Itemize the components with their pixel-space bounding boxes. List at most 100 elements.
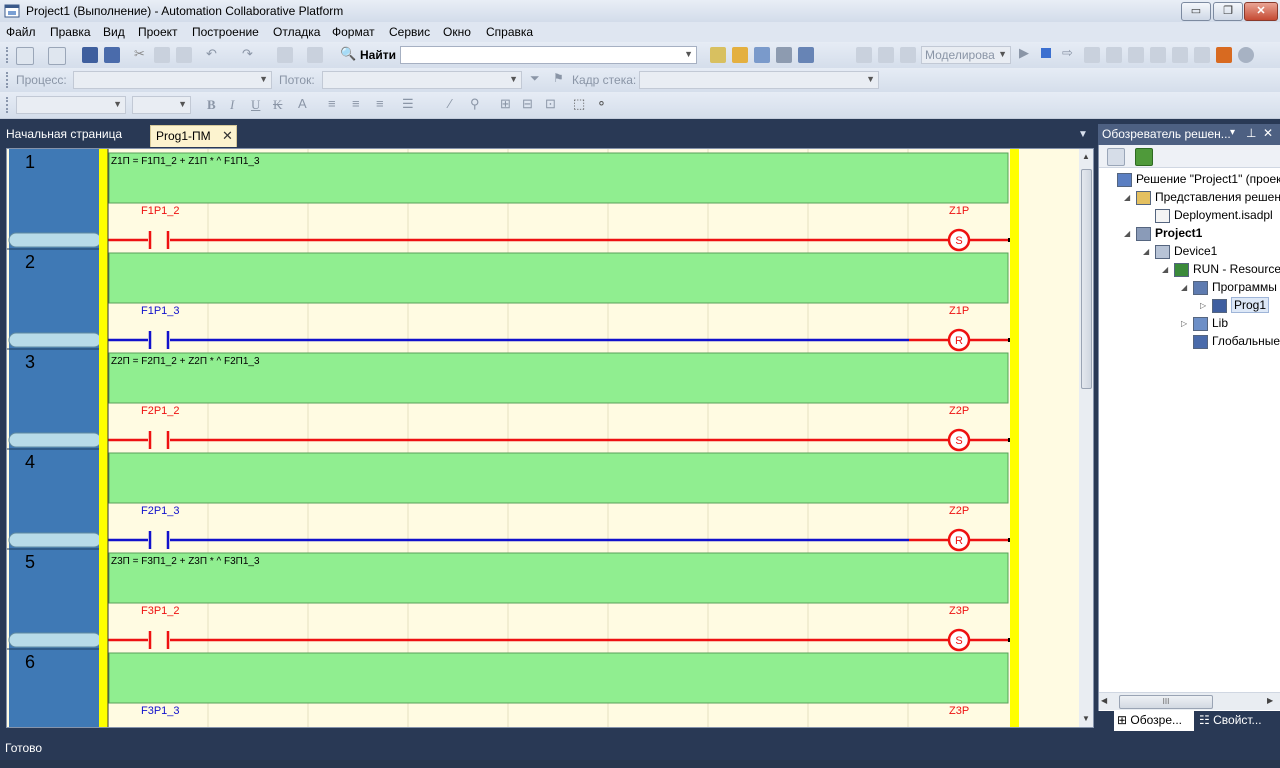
- close-button[interactable]: ✕: [1244, 2, 1278, 21]
- ladder-diagram[interactable]: 1 Z1П = F1П1_2 + Z1П * ^ F1П1_3 F1P1_2 Z1P S…: [7, 149, 1079, 727]
- save-all-icon[interactable]: [104, 47, 120, 63]
- step-out-icon[interactable]: [1128, 47, 1144, 63]
- toolbar-grip[interactable]: [6, 72, 11, 88]
- find-icon[interactable]: 🔍: [340, 46, 356, 62]
- flag-icon[interactable]: ⚑: [553, 71, 564, 85]
- menu-project[interactable]: Проект: [138, 25, 178, 39]
- panel-dropdown-icon[interactable]: ▾: [1230, 127, 1235, 138]
- connect-icon[interactable]: ⚬: [596, 96, 607, 112]
- properties-view-icon[interactable]: [1107, 148, 1125, 166]
- tree-expander-icon[interactable]: ◢: [1124, 193, 1130, 202]
- menu-format[interactable]: Формат: [332, 25, 375, 39]
- rung-select-handle[interactable]: [8, 532, 102, 548]
- new-project-icon[interactable]: [16, 47, 34, 65]
- pin-icon[interactable]: ⊥: [1246, 126, 1256, 140]
- navigate-back-icon[interactable]: [277, 47, 293, 63]
- align-right-icon[interactable]: ≡: [376, 96, 384, 111]
- tree-expander-icon[interactable]: ◢: [1143, 247, 1149, 256]
- select-icon[interactable]: ⬚: [573, 96, 585, 112]
- add-item-icon[interactable]: [48, 47, 66, 65]
- scrollbar-thumb[interactable]: [1081, 169, 1092, 389]
- minimize-button[interactable]: ▭: [1181, 2, 1211, 21]
- rung-select-handle[interactable]: [8, 232, 102, 248]
- vertical-scrollbar[interactable]: ▲ ▼: [1079, 149, 1093, 727]
- scroll-up-icon[interactable]: ▲: [1082, 152, 1090, 161]
- stop-icon[interactable]: [1041, 48, 1051, 58]
- process-select[interactable]: ▼: [73, 71, 272, 89]
- toolbar-grip[interactable]: [6, 47, 11, 63]
- layout-icon[interactable]: ⊞: [500, 96, 511, 112]
- scroll-right-icon[interactable]: ▶: [1267, 696, 1273, 705]
- settings-icon[interactable]: [1238, 47, 1254, 63]
- tab-solution-explorer[interactable]: ⊞ Обозре...: [1114, 711, 1194, 731]
- step-over-icon[interactable]: [1106, 47, 1122, 63]
- group-icon[interactable]: ⊟: [522, 96, 533, 112]
- tree-node[interactable]: ◢ RUN - Resource: [1099, 261, 1280, 279]
- restore-button[interactable]: ❐: [1213, 2, 1243, 21]
- properties-icon[interactable]: [754, 47, 770, 63]
- tree-expander-icon[interactable]: ▷: [1181, 319, 1187, 328]
- tab-prog1[interactable]: Prog1-ПМ ✕: [150, 125, 237, 147]
- breakpoint-icon[interactable]: [1150, 47, 1166, 63]
- menu-file[interactable]: Файл: [6, 25, 36, 39]
- scroll-down-icon[interactable]: ▼: [1082, 714, 1090, 723]
- refresh-icon[interactable]: [1135, 148, 1153, 166]
- windows-icon[interactable]: [798, 47, 814, 63]
- toolbar-grip[interactable]: [6, 97, 11, 113]
- bold-button[interactable]: B: [207, 97, 216, 113]
- menu-window[interactable]: Окно: [443, 25, 471, 39]
- tab-properties[interactable]: ☷ Свойст...: [1196, 711, 1280, 731]
- stack-frame-select[interactable]: ▼: [639, 71, 879, 89]
- copy-icon[interactable]: [154, 47, 170, 63]
- rebuild-icon[interactable]: [878, 47, 894, 63]
- scroll-left-icon[interactable]: ◀: [1101, 696, 1107, 705]
- step-into-icon[interactable]: [1084, 47, 1100, 63]
- tree-expander-icon[interactable]: ◢: [1124, 229, 1130, 238]
- tree-expander-icon[interactable]: ◢: [1162, 265, 1168, 274]
- rung-select-handle[interactable]: [8, 632, 102, 648]
- tree-expander-icon[interactable]: ◢: [1181, 283, 1187, 292]
- horizontal-scrollbar[interactable]: ◀ III ▶: [1099, 692, 1280, 710]
- font-size-select[interactable]: ▼: [132, 96, 191, 114]
- menu-build[interactable]: Построение: [192, 25, 259, 39]
- menu-help[interactable]: Справка: [486, 25, 533, 39]
- tree-expander-icon[interactable]: ▷: [1200, 301, 1206, 310]
- menu-tools[interactable]: Сервис: [389, 25, 430, 39]
- tree-node[interactable]: ◢ Программы: [1099, 279, 1280, 297]
- download-icon[interactable]: [1216, 47, 1232, 63]
- cut-icon[interactable]: ✂: [134, 46, 145, 62]
- solution-explorer-icon[interactable]: [732, 47, 748, 63]
- tab-dropdown-icon[interactable]: ▼: [1078, 129, 1088, 140]
- hscroll-thumb[interactable]: III: [1119, 695, 1213, 709]
- menu-view[interactable]: Вид: [103, 25, 125, 39]
- bullet-list-icon[interactable]: ☰: [402, 96, 414, 112]
- find-input[interactable]: ▼: [400, 46, 697, 64]
- align-center-icon[interactable]: ≡: [352, 96, 360, 111]
- align-left-icon[interactable]: ≡: [328, 96, 336, 111]
- tab-close-icon[interactable]: ✕: [222, 128, 233, 144]
- redo-icon[interactable]: ↷: [242, 46, 253, 62]
- rung-select-handle[interactable]: [8, 332, 102, 348]
- monitor-icon[interactable]: [1194, 47, 1210, 63]
- deploy-icon[interactable]: [900, 47, 916, 63]
- zoom-icon[interactable]: ⚲: [470, 96, 480, 112]
- paste-icon[interactable]: [176, 47, 192, 63]
- menu-debug[interactable]: Отладка: [273, 25, 320, 39]
- underline-button[interactable]: U: [251, 97, 260, 113]
- menu-edit[interactable]: Правка: [50, 25, 91, 39]
- tab-start-page[interactable]: Начальная страница: [6, 127, 122, 141]
- line-style-icon[interactable]: ⁄: [449, 96, 451, 111]
- watch-icon[interactable]: [1172, 47, 1188, 63]
- ungroup-icon[interactable]: ⊡: [545, 96, 556, 112]
- tree-node[interactable]: Решение "Project1" (проект: [1099, 171, 1280, 189]
- italic-button[interactable]: I: [230, 97, 234, 113]
- save-icon[interactable]: [82, 47, 98, 63]
- step-icon[interactable]: ⇨: [1062, 45, 1073, 61]
- mode-select[interactable]: Моделирова ▼: [921, 46, 1011, 64]
- toolbox-icon[interactable]: [776, 47, 792, 63]
- tree-node[interactable]: ▷ Prog1: [1099, 297, 1280, 315]
- tree-node[interactable]: Deployment.isadpl: [1099, 207, 1280, 225]
- navigate-forward-icon[interactable]: [307, 47, 323, 63]
- tree-node[interactable]: ◢ Project1: [1099, 225, 1280, 243]
- find-in-files-icon[interactable]: [710, 47, 726, 63]
